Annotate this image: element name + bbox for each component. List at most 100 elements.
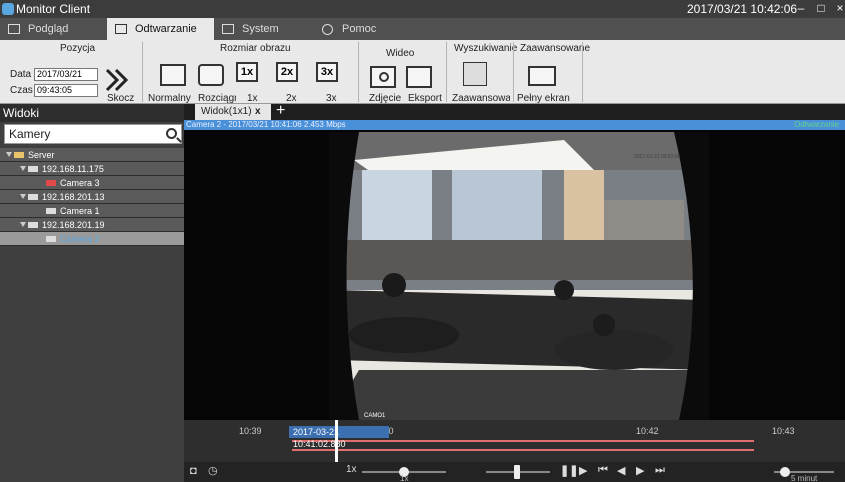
tree-item-camera[interactable]: Camera 1 xyxy=(0,204,184,218)
tab-label: System xyxy=(242,23,279,35)
folder-icon xyxy=(222,24,234,34)
skocz-label: Skocz xyxy=(107,93,135,104)
zoom-1x-icon[interactable]: 1x xyxy=(236,62,258,82)
timeline-tick: 10:43 xyxy=(772,426,795,436)
snapshot-icon[interactable]: ◘ xyxy=(190,465,197,477)
skip-forward-icon[interactable]: ⏭ xyxy=(655,464,665,477)
zoom-2x-glyph: 2x xyxy=(280,66,294,78)
timeline[interactable]: 10:39 10:40 10:42 10:43 xyxy=(184,420,845,462)
step-forward-icon[interactable]: ▶ xyxy=(579,464,587,477)
tree-item-camera-selected[interactable]: Camera 2 xyxy=(0,232,184,246)
view-tab-bar: Widok(1x1) x + xyxy=(184,102,845,120)
views-header: Widoki xyxy=(0,104,184,122)
pause-icon[interactable]: ❚❚ xyxy=(560,464,578,477)
recorder-icon xyxy=(28,166,38,172)
timeline-zoom-knob[interactable] xyxy=(780,467,790,477)
camera-icon xyxy=(46,208,56,214)
camera-search-input[interactable]: Kamery xyxy=(4,124,182,144)
zdjecie-label: Zdjęcie xyxy=(369,93,402,104)
close-button[interactable]: × xyxy=(833,1,845,15)
zoom-2x-icon[interactable]: 2x xyxy=(276,62,298,82)
playhead[interactable] xyxy=(335,420,338,462)
help-icon xyxy=(322,24,333,35)
expand-icon[interactable] xyxy=(20,194,26,199)
maximize-button[interactable]: □ xyxy=(814,1,828,15)
recording-bar xyxy=(292,449,754,451)
date-picker[interactable]: 2017/03/21 xyxy=(34,68,98,81)
timeline-tick: 10:39 xyxy=(239,426,262,436)
tree-item-label: 192.168.201.19 xyxy=(42,220,105,230)
tree-item-server[interactable]: Server xyxy=(0,148,184,162)
fullscreen-icon[interactable] xyxy=(528,66,556,86)
left-panel: Widoki Kamery Server 192.168.11.175 Came… xyxy=(0,104,184,482)
tree-item-camera[interactable]: Camera 3 xyxy=(0,176,184,190)
eksport-label: Eksport xyxy=(408,93,442,104)
lens-shape xyxy=(379,72,389,82)
group-title-pozycja: Pozycja xyxy=(60,43,96,54)
tab-podglad[interactable]: Podgląd xyxy=(0,18,107,40)
recorder-icon xyxy=(28,222,38,228)
tree-item-label: 192.168.201.13 xyxy=(42,192,105,202)
tree-item-nvr[interactable]: 192.168.201.19 xyxy=(0,218,184,232)
osd-timestamp: 2017-03-21 09:52:06 xyxy=(634,154,681,160)
speed-caption: 1x xyxy=(400,474,409,482)
zoom-3x-label: 3x xyxy=(326,93,337,104)
advanced-search-icon[interactable] xyxy=(463,62,487,86)
stretched-size-icon[interactable] xyxy=(198,64,224,86)
minimize-button[interactable]: – xyxy=(794,1,808,15)
pelny-ekran-label: Pełny ekran xyxy=(517,93,570,104)
tab-odtwarzanie[interactable]: Odtwarzanie xyxy=(107,18,214,40)
search-icon[interactable] xyxy=(166,128,177,139)
clock-icon[interactable]: ◷ xyxy=(208,464,218,477)
monitor-icon xyxy=(8,24,20,34)
normal-size-icon[interactable] xyxy=(160,64,186,86)
zoom-1x-glyph: 1x xyxy=(240,66,254,78)
current-time-label: 2017-03-21 10:41:02.880 xyxy=(289,426,389,449)
expand-icon[interactable] xyxy=(20,222,26,227)
view-tab-label: Widok(1x1) xyxy=(201,106,252,117)
zoom-3x-glyph: 3x xyxy=(320,66,334,78)
recording-bar xyxy=(292,440,754,442)
jog-slider-handle[interactable] xyxy=(514,465,520,479)
skip-back-icon[interactable]: ⏮ xyxy=(598,464,608,477)
tab-pomoc[interactable]: Pomoc xyxy=(314,18,414,40)
export-icon[interactable] xyxy=(406,66,432,88)
camera-snapshot-icon[interactable] xyxy=(370,66,396,88)
playback-controls: ◘ ◷ 1x ❚❚ ▶ ⏮ ◀ ▶ ⏭ 5 minut 1x xyxy=(184,462,845,482)
playback-status: Odtwarzanie xyxy=(794,120,839,129)
timeline-tick: 10:42 xyxy=(636,426,659,436)
timeline-interval: 5 minut xyxy=(791,474,818,482)
zoom-2x-label: 2x xyxy=(286,93,297,104)
camera-info-bar: Camera 2 - 2017/03/21 10:41:06 2.453 Mbp… xyxy=(184,120,845,130)
tree-item-nvr[interactable]: 192.168.201.13 xyxy=(0,190,184,204)
monitor-client-window: Monitor Client 2017/03/21 10:42:06 – □ ×… xyxy=(0,0,845,482)
frame-forward-icon[interactable]: ▶ xyxy=(636,464,644,477)
video-viewport[interactable]: 2017-03-21 09:52:06 CAMO1 xyxy=(184,130,845,420)
tree-item-nvr[interactable]: 192.168.11.175 xyxy=(0,162,184,176)
menu-tabs: Podgląd Odtwarzanie System Pomoc xyxy=(0,18,845,40)
group-title-rozmiar: Rozmiar obrazu xyxy=(220,43,291,54)
time-field[interactable]: 09:43:05 xyxy=(34,84,98,97)
title-bar: Monitor Client 2017/03/21 10:42:06 – □ × xyxy=(0,0,845,18)
tab-label: Podgląd xyxy=(28,23,69,35)
zaawansowane-search-label: Zaawansowane xyxy=(452,93,510,104)
expand-icon[interactable] xyxy=(20,166,26,171)
date-value: 2017/03/21 xyxy=(37,69,83,79)
tab-label: Pomoc xyxy=(342,23,377,35)
view-tab[interactable]: Widok(1x1) x xyxy=(195,104,271,120)
tree-item-label: Camera 2 xyxy=(60,234,100,244)
close-tab-icon[interactable]: x xyxy=(255,104,261,120)
divider xyxy=(582,42,583,102)
expand-icon[interactable] xyxy=(6,152,12,157)
play-icon xyxy=(115,24,127,34)
speed-label: 1x xyxy=(346,464,357,475)
group-title-wideo: Wideo xyxy=(386,48,415,59)
group-title-zaawansowane: Zaawansowane xyxy=(520,43,591,54)
tab-system[interactable]: System xyxy=(214,18,314,40)
zoom-1x-label: 1x xyxy=(247,93,258,104)
add-view-icon[interactable]: + xyxy=(276,102,285,120)
system-clock: 2017/03/21 10:42:06 xyxy=(687,2,798,16)
divider xyxy=(142,42,143,102)
frame-back-icon[interactable]: ◀ xyxy=(617,464,625,477)
zoom-3x-icon[interactable]: 3x xyxy=(316,62,338,82)
